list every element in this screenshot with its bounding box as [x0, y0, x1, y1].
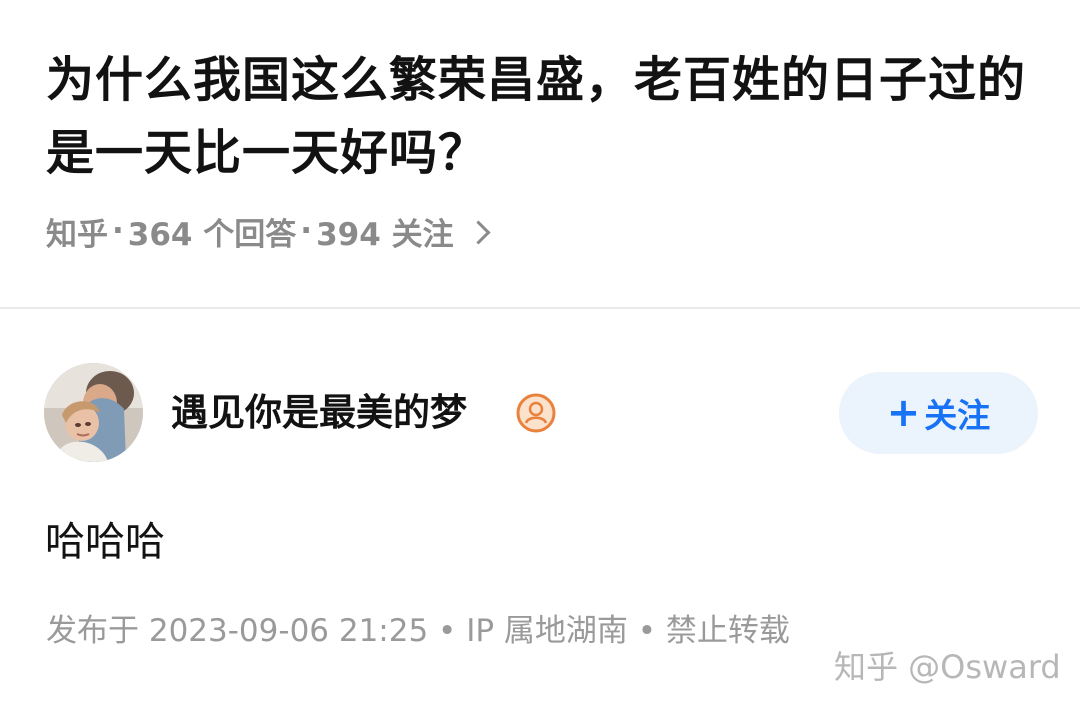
section-divider: [0, 307, 1080, 309]
meta-separator: ·: [300, 213, 313, 249]
question-source: 知乎: [46, 216, 108, 253]
answer-content[interactable]: 哈哈哈: [45, 514, 165, 570]
author-row: 遇见你是最美的梦 + 关注: [44, 363, 1038, 463]
watermark: 知乎 @Osward: [834, 648, 1061, 686]
answers-count: 364 个回答: [127, 216, 297, 253]
avatar-image: [44, 363, 143, 462]
followers-count: 394 关注: [316, 216, 454, 253]
question-meta[interactable]: 知乎 · 364 个回答 · 394 关注: [46, 206, 491, 256]
user-badge-icon: [516, 393, 556, 433]
meta-separator: ·: [112, 213, 124, 249]
avatar[interactable]: [44, 363, 143, 462]
question-title[interactable]: 为什么我国这么繁荣昌盛，老百姓的日子过的是一天比一天好吗？: [46, 44, 1046, 190]
follow-button-label: 关注: [924, 396, 991, 435]
chevron-right-icon: [466, 219, 491, 245]
answer-meta: 发布于 2023-09-06 21:25 • IP 属地湖南 • 禁止转载: [46, 613, 790, 649]
plus-icon: +: [886, 390, 921, 436]
follow-button[interactable]: + 关注: [839, 372, 1038, 454]
author-name[interactable]: 遇见你是最美的梦: [171, 389, 467, 437]
answer-page: 为什么我国这么繁荣昌盛，老百姓的日子过的是一天比一天好吗？ 知乎 · 364 个…: [0, 0, 1080, 712]
